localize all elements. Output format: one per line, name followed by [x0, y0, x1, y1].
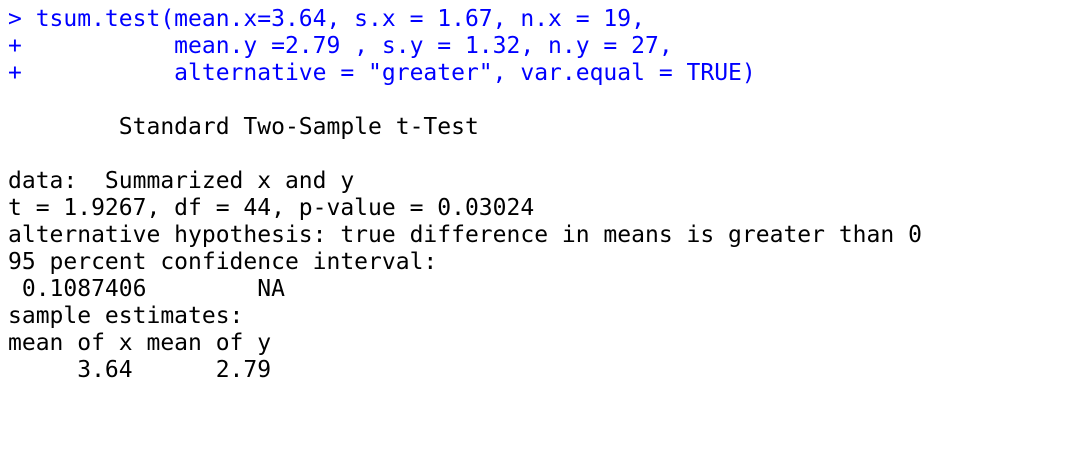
test-title: Standard Two-Sample t-Test	[8, 114, 479, 140]
sample-estimates-header: sample estimates:	[8, 303, 244, 329]
confidence-interval-values: 0.1087406 NA	[8, 276, 285, 302]
command-line-3: + alternative = "greater", var.equal = T…	[8, 60, 756, 86]
statistic-line: t = 1.9267, df = 44, p-value = 0.03024	[8, 195, 535, 221]
command-line-2: + mean.y =2.79 , s.y = 1.32, n.y = 27,	[8, 33, 673, 59]
confidence-interval-header: 95 percent confidence interval:	[8, 249, 438, 275]
command-line-1: > tsum.test(mean.x=3.64, s.x = 1.67, n.x…	[8, 6, 645, 32]
data-line: data: Summarized x and y	[8, 168, 355, 194]
r-console[interactable]: > tsum.test(mean.x=3.64, s.x = 1.67, n.x…	[0, 0, 1090, 456]
sample-estimates-labels: mean of x mean of y	[8, 330, 272, 356]
alternative-hypothesis-line: alternative hypothesis: true difference …	[8, 222, 922, 248]
sample-estimates-values: 3.64 2.79	[8, 357, 272, 383]
